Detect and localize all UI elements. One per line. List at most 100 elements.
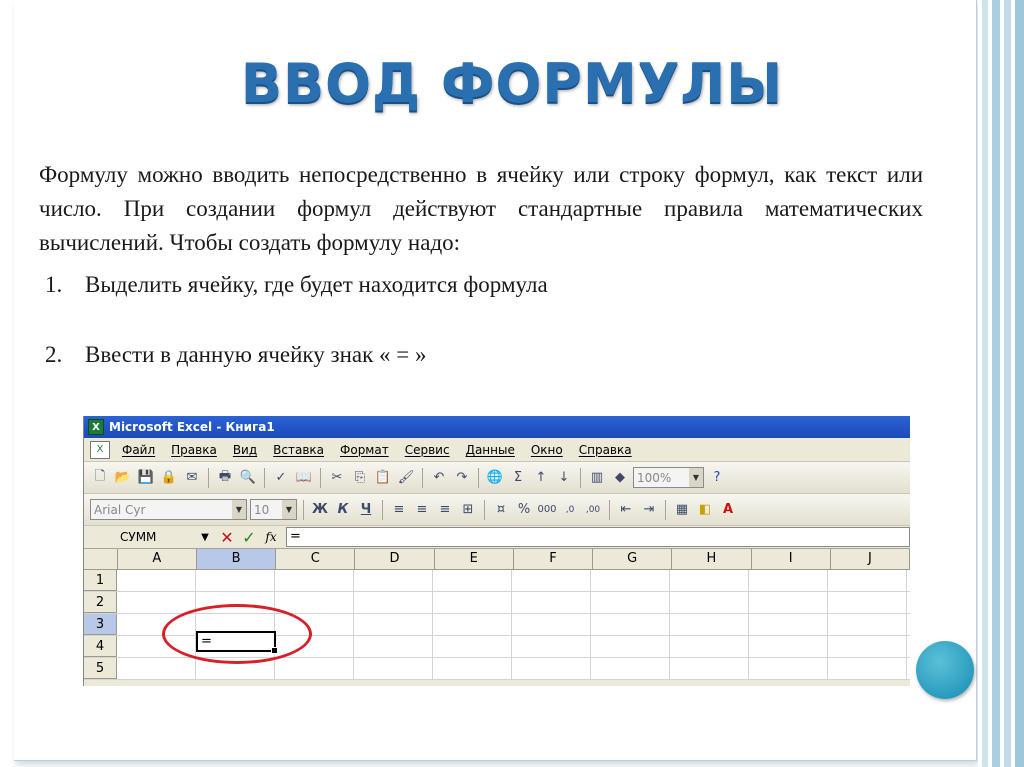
increase-indent-icon[interactable]: ⇥ [639,500,659,520]
cell[interactable] [433,614,512,635]
cell[interactable] [591,570,670,591]
cell[interactable] [433,570,512,591]
cell[interactable] [512,570,591,591]
chart-wizard-icon[interactable]: ▥ [587,468,607,488]
cell[interactable] [512,658,591,679]
sort-ascending-icon[interactable]: ↑ [531,468,551,488]
select-all-corner[interactable] [84,549,118,569]
cell[interactable] [670,614,749,635]
decrease-indent-icon[interactable]: ⇤ [616,500,636,520]
column-header-h[interactable]: H [672,549,752,569]
menu-help[interactable]: Справка [571,443,640,457]
cell[interactable] [354,636,433,657]
menu-view[interactable]: Вид [225,443,265,457]
paste-icon[interactable]: 📋 [373,468,393,488]
drawing-icon[interactable]: ◆ [610,468,630,488]
insert-function-icon[interactable]: fx [260,530,282,544]
cell[interactable] [749,570,828,591]
cell[interactable] [117,592,196,613]
cell[interactable] [275,570,354,591]
cell[interactable] [591,614,670,635]
underline-button[interactable]: Ч [356,500,376,520]
cell[interactable] [354,614,433,635]
print-icon[interactable]: 🖶 [215,468,235,488]
bold-button[interactable]: Ж [310,500,330,520]
cell[interactable] [275,658,354,679]
save-icon[interactable]: 💾 [136,468,156,488]
cell[interactable] [670,658,749,679]
cancel-icon[interactable]: ✕ [216,528,238,547]
cell[interactable] [433,592,512,613]
cell[interactable] [749,658,828,679]
menu-data[interactable]: Данные [458,443,523,457]
column-header-f[interactable]: F [514,549,594,569]
cell[interactable] [749,636,828,657]
cell[interactable] [512,636,591,657]
cell[interactable] [749,614,828,635]
cell[interactable] [196,570,275,591]
align-left-icon[interactable]: ≡ [389,500,409,520]
percent-icon[interactable]: % [514,500,534,520]
cell[interactable] [749,592,828,613]
cell[interactable] [117,570,196,591]
chevron-down-icon[interactable]: ▼ [194,532,216,543]
copy-icon[interactable]: ⎘ [350,468,370,488]
font-name-select[interactable]: Arial Cyr ▼ [90,499,247,520]
row-header[interactable]: 1 [84,570,117,591]
align-center-icon[interactable]: ≡ [412,500,432,520]
italic-button[interactable]: К [333,500,353,520]
cell[interactable] [828,592,907,613]
cell[interactable] [512,592,591,613]
research-icon[interactable]: 📖 [294,468,314,488]
row-header[interactable]: 4 [84,636,117,657]
cell[interactable] [670,592,749,613]
cell[interactable] [275,592,354,613]
borders-icon[interactable]: ▦ [672,500,692,520]
sort-descending-icon[interactable]: ↓ [554,468,574,488]
autosum-icon[interactable]: Σ [508,468,528,488]
align-right-icon[interactable]: ≡ [435,500,455,520]
workbook-icon[interactable]: X [90,440,110,459]
cell[interactable] [512,614,591,635]
menu-window[interactable]: Окно [523,443,571,457]
redo-icon[interactable]: ↷ [452,468,472,488]
spelling-icon[interactable]: ✓ [271,468,291,488]
cell[interactable] [591,592,670,613]
hyperlink-icon[interactable]: 🌐 [485,468,505,488]
cell[interactable] [433,636,512,657]
column-header-c[interactable]: C [276,549,356,569]
column-header-b[interactable]: B [196,549,277,569]
undo-icon[interactable]: ↶ [429,468,449,488]
menu-file[interactable]: Файл [114,443,163,457]
cell[interactable] [828,658,907,679]
column-header-g[interactable]: G [593,549,673,569]
new-document-icon[interactable]: 🗋 [90,468,110,488]
fill-color-icon[interactable]: ◧ [695,500,715,520]
column-header-d[interactable]: D [355,549,435,569]
menu-insert[interactable]: Вставка [265,443,332,457]
font-color-icon[interactable]: A [718,500,738,520]
zoom-select[interactable]: 100% ▼ [633,467,704,488]
column-header-e[interactable]: E [435,549,514,569]
column-header-i[interactable]: I [752,549,831,569]
column-header-j[interactable]: J [831,549,910,569]
help-icon[interactable]: ? [707,468,727,488]
permission-icon[interactable]: 🔒 [159,468,179,488]
menu-format[interactable]: Формат [332,443,397,457]
print-preview-icon[interactable]: 🔍 [238,468,258,488]
cell[interactable] [670,636,749,657]
cell[interactable] [591,658,670,679]
name-box[interactable]: СУММ [84,530,194,544]
column-header-a[interactable]: A [118,549,197,569]
menu-tools[interactable]: Сервис [397,443,458,457]
enter-icon[interactable]: ✓ [238,528,260,547]
row-header[interactable]: 5 [84,658,117,679]
font-size-select[interactable]: 10 ▼ [250,499,297,520]
cell[interactable] [354,592,433,613]
cell[interactable] [591,636,670,657]
cell[interactable] [433,658,512,679]
increase-decimal-icon[interactable]: ,0 [560,500,580,520]
currency-icon[interactable]: ¤ [491,500,511,520]
comma-style-icon[interactable]: 000 [537,500,557,520]
merge-center-icon[interactable]: ⊞ [458,500,478,520]
